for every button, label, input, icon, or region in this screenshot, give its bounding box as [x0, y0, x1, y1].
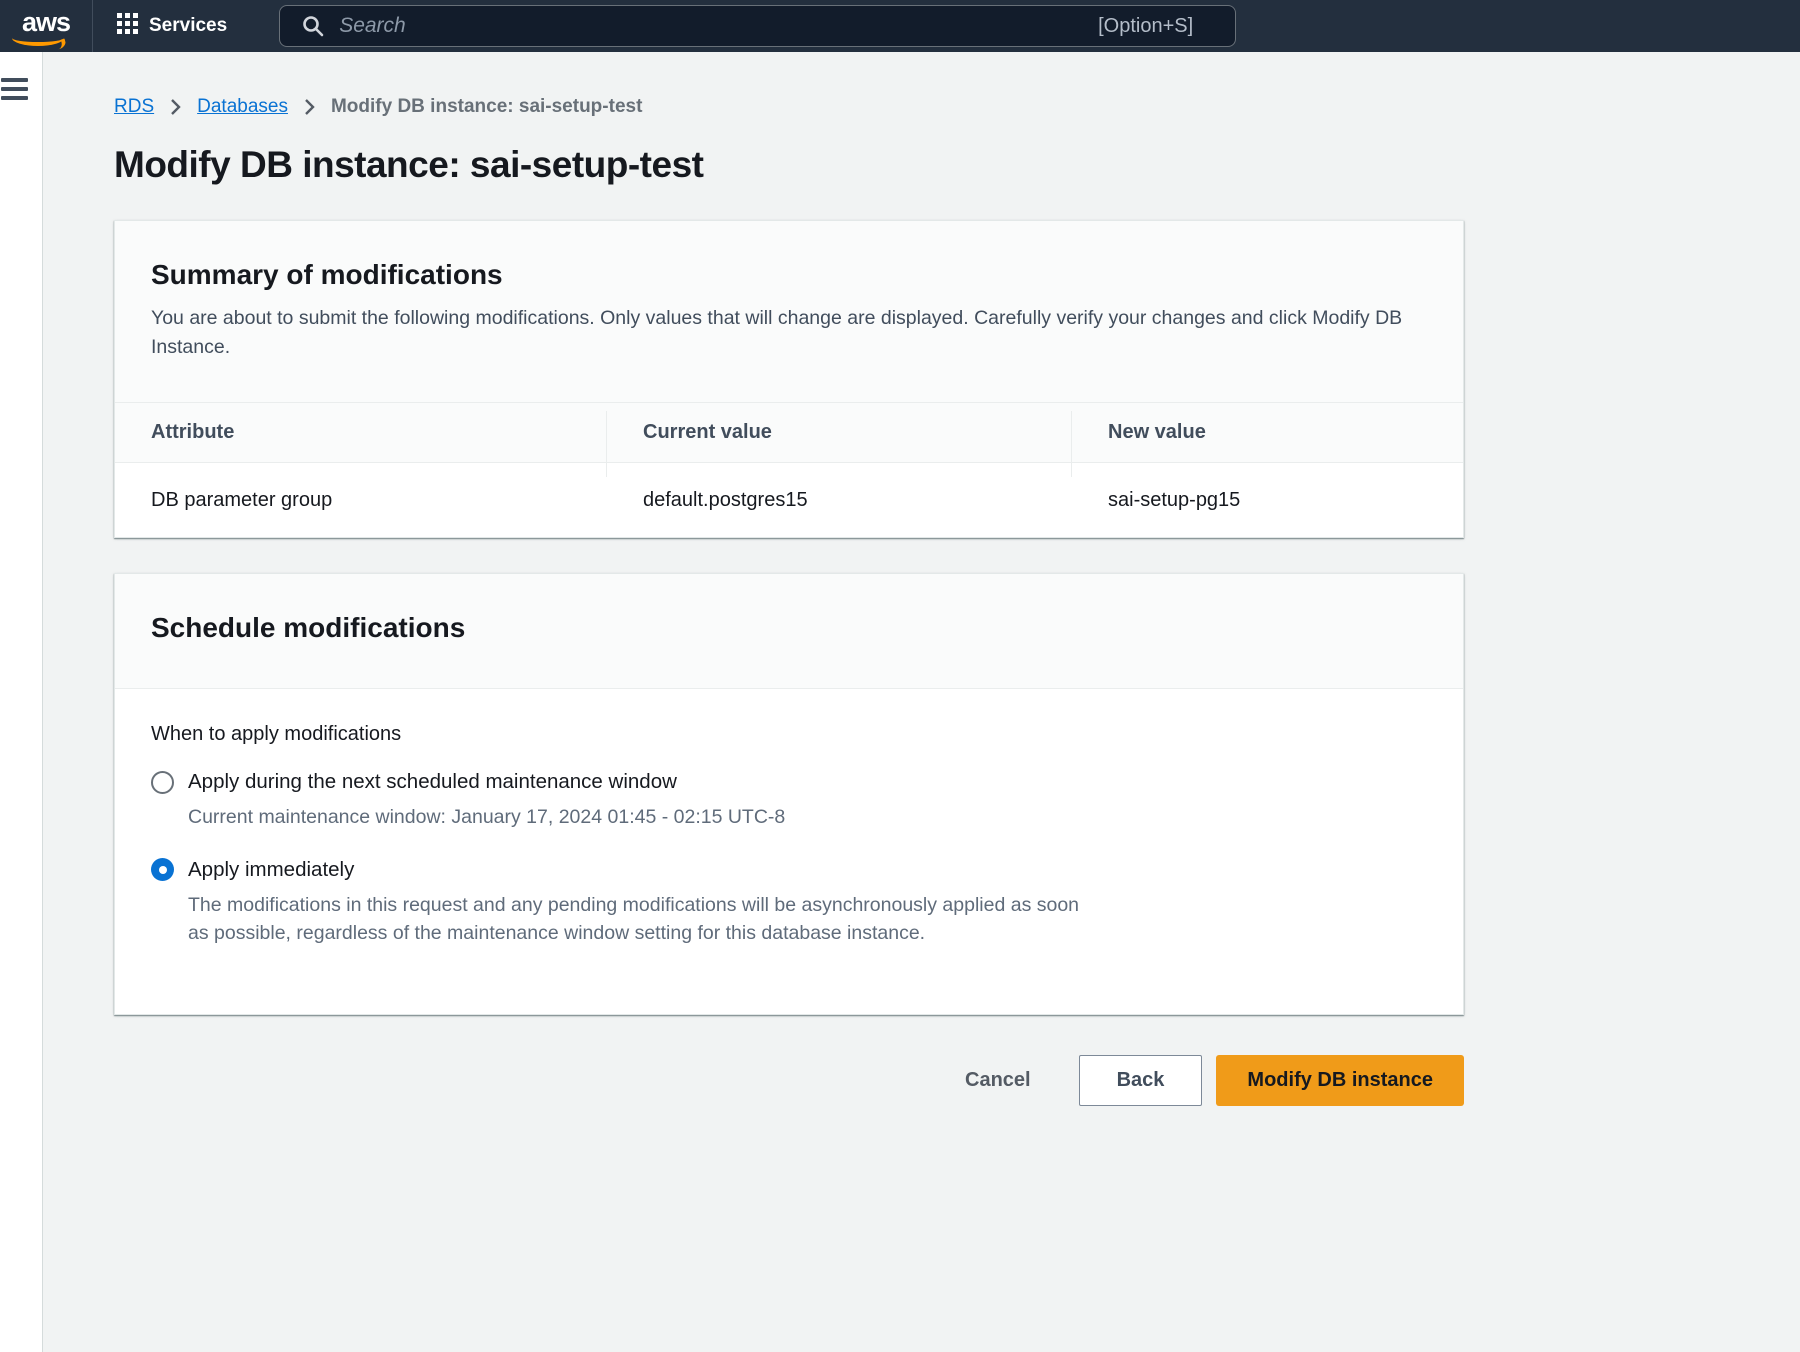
radio-option-apply-immediately[interactable]: Apply immediately	[151, 858, 1427, 882]
main-content: RDS Databases Modify DB instance: sai-se…	[43, 52, 1800, 1352]
cell-new-value: sai-setup-pg15	[1071, 489, 1463, 512]
table-row: DB parameter group default.postgres15 sa…	[115, 462, 1463, 537]
breadcrumb: RDS Databases Modify DB instance: sai-se…	[114, 96, 1464, 118]
search-input[interactable]: Search [Option+S]	[279, 5, 1236, 47]
apply-immediately-description: The modifications in this request and an…	[188, 891, 1083, 948]
schedule-card-body: When to apply modifications Apply during…	[115, 689, 1463, 1014]
side-rail	[0, 52, 43, 1352]
radio-button-icon[interactable]	[151, 771, 174, 794]
aws-logo-text: aws	[22, 12, 70, 32]
summary-card-header: Summary of modifications You are about t…	[115, 221, 1463, 402]
search-icon	[302, 15, 324, 37]
breadcrumb-link-databases[interactable]: Databases	[197, 96, 288, 118]
aws-smile-icon	[12, 30, 64, 46]
breadcrumb-chevron-icon	[169, 98, 182, 116]
cancel-button[interactable]: Cancel	[965, 1055, 1031, 1106]
action-buttons-row: Cancel Back Modify DB instance	[114, 1055, 1464, 1106]
search-placeholder: Search	[339, 14, 1083, 38]
breadcrumb-link-rds[interactable]: RDS	[114, 96, 154, 118]
breadcrumb-chevron-icon	[303, 98, 316, 116]
search-shortcut-hint: [Option+S]	[1098, 15, 1193, 38]
breadcrumb-current-page: Modify DB instance: sai-setup-test	[331, 96, 642, 118]
cell-current-value: default.postgres15	[606, 489, 1071, 512]
column-header-current-value: Current value	[606, 421, 1071, 444]
schedule-modifications-card: Schedule modifications When to apply mod…	[114, 573, 1464, 1015]
aws-logo[interactable]: aws	[0, 0, 92, 52]
cell-attribute: DB parameter group	[115, 489, 606, 512]
services-label: Services	[149, 15, 227, 37]
summary-card-description: You are about to submit the following mo…	[151, 304, 1413, 362]
radio-label-apply-immediately[interactable]: Apply immediately	[188, 858, 354, 882]
summary-card-title: Summary of modifications	[151, 259, 1427, 291]
back-button[interactable]: Back	[1079, 1055, 1203, 1106]
services-grid-icon	[117, 13, 138, 39]
schedule-card-title: Schedule modifications	[151, 612, 1427, 644]
summary-of-modifications-card: Summary of modifications You are about t…	[114, 220, 1464, 538]
column-header-attribute: Attribute	[115, 421, 606, 444]
modifications-table-header: Attribute Current value New value	[115, 402, 1463, 462]
maintenance-window-description: Current maintenance window: January 17, …	[188, 803, 1427, 832]
modify-db-instance-button[interactable]: Modify DB instance	[1216, 1055, 1464, 1106]
column-header-new-value: New value	[1071, 421, 1463, 444]
services-menu-button[interactable]: Services	[93, 0, 251, 52]
when-to-apply-label: When to apply modifications	[151, 723, 1427, 746]
schedule-card-header: Schedule modifications	[115, 574, 1463, 689]
top-navigation-bar: aws Services Search [Option+S]	[0, 0, 1800, 52]
page-title: Modify DB instance: sai-setup-test	[114, 144, 1464, 186]
radio-button-icon[interactable]	[151, 858, 174, 881]
radio-label-maintenance-window[interactable]: Apply during the next scheduled maintena…	[188, 770, 677, 794]
radio-option-maintenance-window[interactable]: Apply during the next scheduled maintena…	[151, 770, 1427, 794]
menu-icon[interactable]	[1, 78, 28, 100]
